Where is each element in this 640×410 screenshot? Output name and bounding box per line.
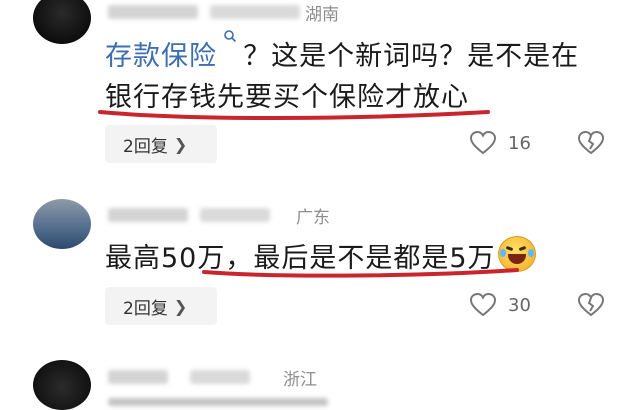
chevron-right-icon: ❯ bbox=[173, 296, 188, 316]
replies-button[interactable]: 2回复 ❯ bbox=[105, 125, 217, 163]
comment-text-cutoff bbox=[108, 398, 328, 406]
replies-label: 2回复 bbox=[123, 298, 168, 319]
username-redacted bbox=[108, 370, 168, 384]
like-count: 30 bbox=[508, 294, 531, 316]
search-icon[interactable] bbox=[217, 28, 243, 47]
replies-label: 2回复 bbox=[123, 136, 168, 157]
heart-outline-icon bbox=[470, 293, 496, 317]
comment-text: 存款保险 ？这是个新词吗？是不是在 bbox=[105, 30, 580, 73]
avatar[interactable] bbox=[33, 199, 91, 249]
avatar[interactable] bbox=[33, 0, 91, 44]
username-redacted bbox=[190, 370, 250, 384]
username-redacted bbox=[108, 5, 198, 19]
comment-location: 广东 bbox=[296, 208, 330, 228]
heart-outline-icon bbox=[470, 131, 496, 155]
username-redacted bbox=[210, 5, 300, 19]
comment-location: 湖南 bbox=[305, 5, 339, 25]
comment-location: 浙江 bbox=[283, 370, 317, 390]
broken-heart-icon[interactable] bbox=[578, 131, 604, 155]
like-button[interactable]: 30 bbox=[470, 293, 531, 317]
like-button[interactable]: 16 bbox=[470, 131, 531, 155]
comment-text-line1: ？这是个新词吗？是不是在 bbox=[243, 41, 580, 72]
red-underline-annotation bbox=[202, 268, 519, 278]
like-count: 16 bbox=[508, 132, 531, 154]
username-redacted bbox=[108, 208, 188, 222]
chevron-right-icon: ❯ bbox=[173, 134, 188, 154]
replies-button[interactable]: 2回复 ❯ bbox=[105, 287, 217, 325]
broken-heart-icon[interactable] bbox=[578, 293, 604, 317]
username-redacted bbox=[200, 208, 270, 222]
keyword-link[interactable]: 存款保险 bbox=[105, 41, 217, 72]
red-underline-annotation bbox=[98, 110, 490, 120]
avatar[interactable] bbox=[33, 360, 91, 410]
